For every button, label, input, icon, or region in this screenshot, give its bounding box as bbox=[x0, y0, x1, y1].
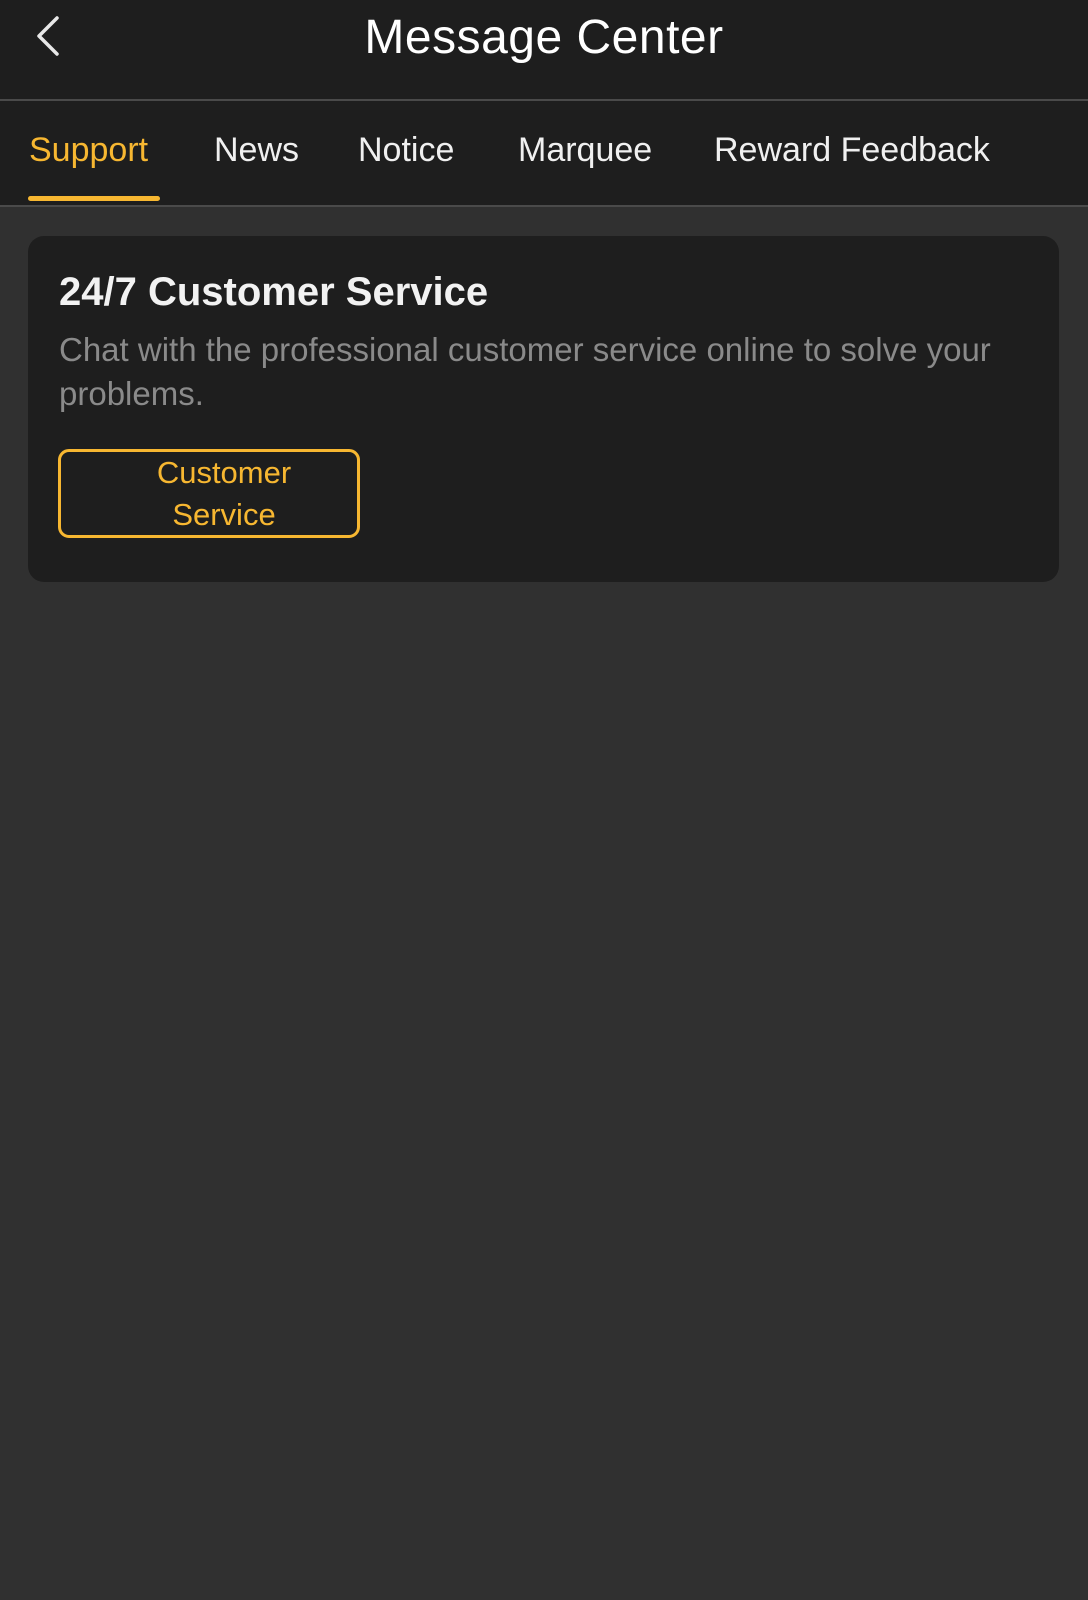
card-description: Chat with the professional customer serv… bbox=[59, 331, 991, 412]
tab-marquee[interactable]: Marquee bbox=[518, 127, 652, 173]
tab-reward-feedback[interactable]: Reward Feedback bbox=[714, 127, 990, 173]
page-title: Message Center bbox=[364, 11, 724, 64]
customer-service-button[interactable]: Customer Service bbox=[58, 449, 360, 538]
active-tab-indicator bbox=[28, 196, 160, 201]
tab-notice[interactable]: Notice bbox=[358, 127, 454, 173]
customer-service-card: 24/7 Customer Service Chat with the prof… bbox=[28, 236, 1059, 582]
tab-support[interactable]: Support bbox=[29, 127, 148, 173]
top-bar: Message Center bbox=[0, 0, 1088, 101]
tab-news[interactable]: News bbox=[214, 127, 299, 173]
card-title: 24/7 Customer Service bbox=[59, 270, 489, 314]
tab-bar: Support News Notice Marquee Reward Feedb… bbox=[0, 101, 1088, 207]
message-center-screen: Message Center Support News Notice Marqu… bbox=[0, 0, 1088, 1600]
